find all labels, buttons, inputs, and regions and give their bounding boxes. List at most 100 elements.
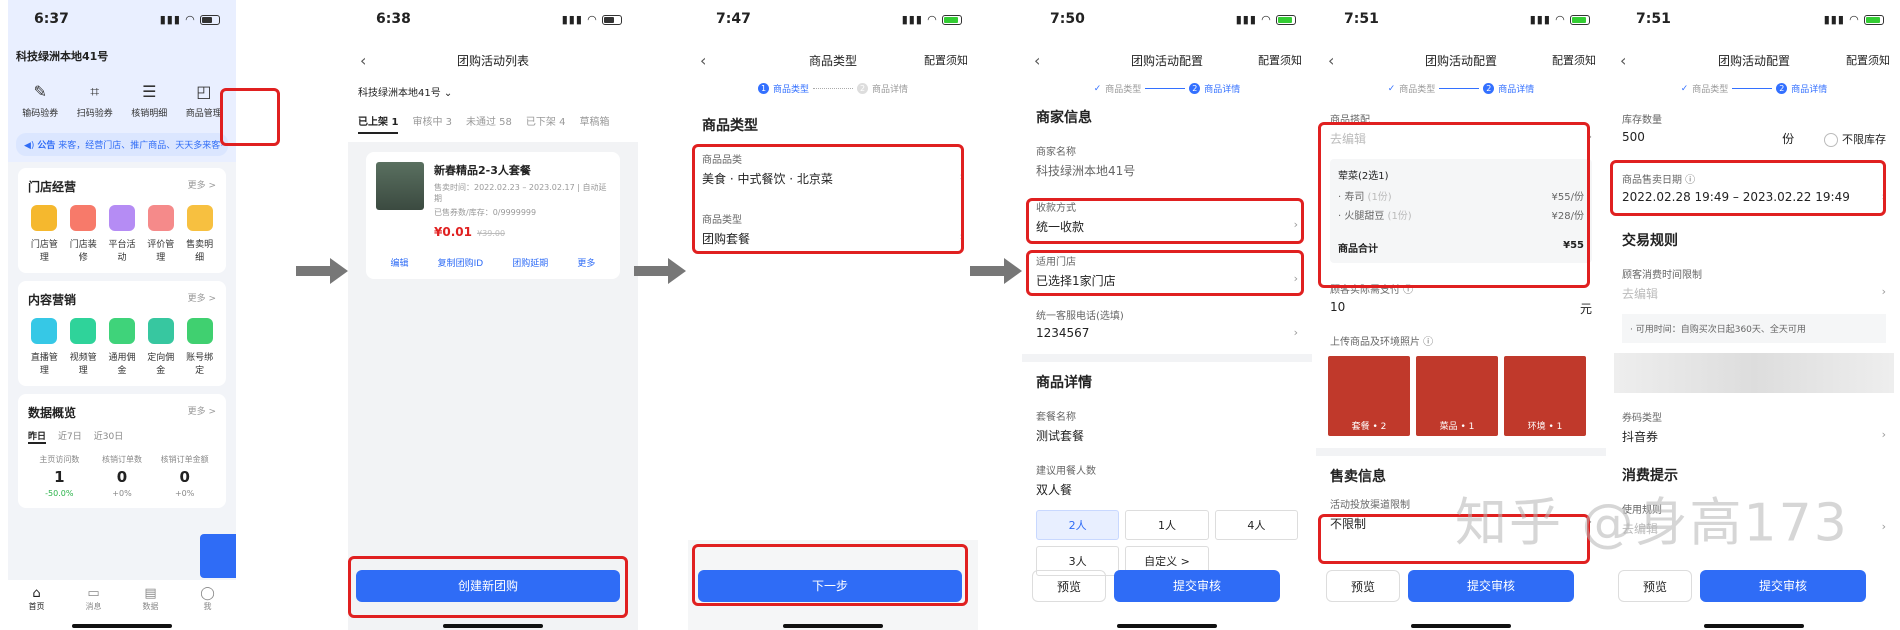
content-item[interactable]: 直播管理 [28,318,61,376]
home-indicator [1411,624,1511,628]
more-link[interactable]: 更多 [577,256,595,269]
preview-button[interactable]: 预览 [1618,570,1692,602]
deal-thumbnail [376,162,424,210]
activity-icon [108,205,135,231]
tab-listed[interactable]: 已上架 1 [358,113,399,134]
deal-card[interactable]: 新春精品2-3人套餐 售卖时间：2022.02.23 – 2023.02.17 … [366,152,620,279]
consume-time-field[interactable]: 顾客消费时间限制 去编辑 › [1608,260,1900,308]
store-selector[interactable]: 科技绿洲本地41号 ⌄ [358,84,628,99]
data-overview-card: 数据概览 更多 > 昨日 近7日 近30日 主页访问数 1 -50.0% 核销订单数 0… [18,394,226,508]
tab-me[interactable]: ◯ 我 [179,586,236,630]
highlight-sale-date [1610,160,1886,216]
stock-field[interactable]: 库存数量 500 份 不限库存 [1608,105,1900,153]
highlight-next-button [692,544,968,606]
package-name-field[interactable]: 套餐名称 测试套餐 [1022,402,1312,450]
more-link[interactable]: 更多 > [188,291,216,308]
preview-button[interactable]: 预览 [1326,570,1400,602]
preview-button[interactable]: 预览 [1032,570,1106,602]
status-icons: ▮▮▮ ◠ [1530,13,1590,26]
page-title: 团购活动配置 [1424,53,1497,68]
people-option[interactable]: 4人 [1214,510,1298,540]
photo-package[interactable]: 套餐 • 2 [1328,356,1410,436]
step-2-icon: 2 [857,83,868,94]
flow-arrow [970,258,1022,284]
check-icon: ✓ [1387,83,1396,94]
submit-review-button[interactable]: 提交审核 [1114,570,1280,602]
submit-review-button[interactable]: 提交审核 [1408,570,1574,602]
config-notes-link[interactable]: 配置须知 [924,52,968,68]
tab-bar: ⌂ 首页 ▭ 消息 ▤ 数据 ◯ 我 [8,580,236,630]
tool-row: ✎ 输码验券 ⌗ 扫码验券 ☰ 核销明细 ◰ 商品管理 [16,82,228,119]
stat-amount: 核销订单金额 0 +0% [160,455,209,498]
back-icon[interactable]: ‹ [700,51,706,70]
status-icons: ▮▮▮ ◠ [562,13,622,26]
home-indicator [783,624,883,628]
tool-verify-detail[interactable]: ☰ 核销明细 [125,82,174,119]
people-option[interactable]: 1人 [1125,510,1209,540]
highlight-combo [1318,122,1590,288]
back-icon[interactable]: ‹ [1034,51,1040,70]
highlight-payment [1026,198,1304,244]
tab-reviewing[interactable]: 审核中 3 [412,113,452,134]
highlight-store [1026,250,1304,296]
home-indicator [1117,624,1217,628]
tab-rejected[interactable]: 未通过 58 [466,113,512,134]
sales-icon [186,205,213,231]
store-ops-item[interactable]: 门店装修 [67,205,100,263]
back-icon[interactable]: ‹ [1328,51,1334,70]
store-ops-item[interactable]: 门店管理 [28,205,61,263]
back-icon[interactable]: ‹ [1620,51,1626,70]
tab-drafts[interactable]: 草稿箱 [579,113,609,134]
service-phone-field[interactable]: 统一客服电话(选填) 1234567 › [1022,301,1312,346]
step-2-icon: 2 [1189,83,1201,94]
photo-dish[interactable]: 菜品 • 1 [1416,356,1498,436]
radio-icon[interactable] [1824,132,1839,147]
content-item[interactable]: 账号绑定 [183,318,216,376]
edit-link[interactable]: 编辑 [391,256,409,269]
config-notes-link[interactable]: 配置须知 [1846,52,1890,68]
tab-7days[interactable]: 近7日 [58,429,82,444]
content-item[interactable]: 定向佣金 [144,318,177,376]
more-link[interactable]: 更多 > [188,178,216,195]
copy-id-link[interactable]: 复制团购ID [438,256,484,269]
back-icon[interactable]: ‹ [360,51,366,70]
extend-link[interactable]: 团购延期 [512,256,548,269]
people-option[interactable]: 2人 [1036,510,1120,540]
config-notes-link[interactable]: 配置须知 [1552,52,1596,68]
watermark: 知乎 @身高173 [1455,493,1849,554]
check-icon: ✓ [1093,83,1102,94]
tab-home[interactable]: ⌂ 首页 [8,586,65,630]
notice-bar[interactable]: ◀) 公告 来客，经营门店、推广商品、天天多来客~ [16,133,228,156]
more-link[interactable]: 更多 > [188,404,216,421]
merchant-name-field: 商家名称 科技绿洲本地41号 [1036,147,1136,178]
merchant-section-title: 商家信息 [1036,110,1092,126]
stat-visits: 主页访问数 1 -50.0% [39,455,80,498]
douyin-banner[interactable]: 抖音 [200,534,236,578]
check-icon: ✓ [1680,83,1689,94]
deal-stock: 已售券数/库存：0/9999999 [434,208,537,217]
status-time: 7:51 [1344,11,1379,27]
tool-code-verify[interactable]: ✎ 输码验券 [16,82,65,119]
tab-30days[interactable]: 近30日 [94,429,123,444]
content-item[interactable]: 视频管理 [67,318,100,376]
store-ops-item[interactable]: 售卖明细 [183,205,216,263]
submit-review-button[interactable]: 提交审核 [1700,570,1866,602]
phone-screen-home: 6:37 ▮▮▮ ◠ 科技绿洲本地41号 ✎ 输码验券 ⌗ 扫码验券 ☰ 核销明细 ◰ 商… [8,0,236,630]
tab-yesterday[interactable]: 昨日 [28,429,47,444]
highlight-product-manage [220,88,280,146]
store-ops-item[interactable]: 评价管理 [144,205,177,263]
store-ops-item[interactable]: 平台活动 [106,205,139,263]
step-indicator: ✓ 商品类型 2 商品详情 [1680,83,1828,95]
content-item[interactable]: 通用佣金 [106,318,139,376]
chevron-right-icon: › [1293,326,1298,339]
live-icon [31,318,58,344]
people-field: 建议用餐人数 双人餐 [1036,466,1096,497]
voucher-type-field[interactable]: 券码类型 抖音券 › [1608,403,1900,451]
photo-environment[interactable]: 环境 • 1 [1504,356,1586,436]
tab-delisted[interactable]: 已下架 4 [526,113,566,134]
tool-scan-verify[interactable]: ⌗ 扫码验券 [71,82,120,119]
status-time: 7:50 [1050,11,1085,27]
config-notes-link[interactable]: 配置须知 [1258,52,1302,68]
phone-screen-config-a: 7:50 ▮▮▮ ◠ ‹ 团购活动配置 配置须知 ✓ 商品类型 2 商品详情 商家信息 商家… [1022,0,1312,630]
stat-orders: 核销订单数 0 +0% [102,455,142,498]
